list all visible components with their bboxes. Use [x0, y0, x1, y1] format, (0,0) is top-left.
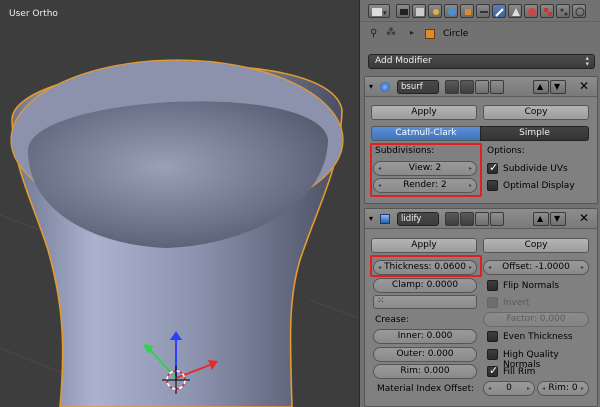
viewport-toggle-icon[interactable]	[460, 212, 474, 226]
data-tab-icon[interactable]	[508, 4, 522, 18]
render-toggle-icon[interactable]	[445, 80, 459, 94]
object-name: Circle	[443, 29, 469, 39]
move-up-icon[interactable]: ▲	[533, 80, 549, 94]
modifier-solidify-panel: ▾ lidify ▲ ▼ ✕ Apply Copy ◂ Thickness: 0.…	[364, 208, 598, 407]
physics-tab-icon[interactable]	[572, 4, 586, 18]
copy-button[interactable]: Copy	[483, 238, 589, 253]
dropdown-arrows-icon: ▴ ▾	[585, 54, 589, 68]
modifier-subsurf-header: ▾ bsurf ▲ ▼ ✕	[365, 77, 597, 97]
collapse-icon[interactable]: ▾	[369, 214, 373, 223]
material-offset-rim-field[interactable]: ◂ Rim: 0 ▸	[537, 381, 589, 396]
invert-label: Invert	[503, 298, 530, 308]
copy-button[interactable]: Copy	[483, 105, 589, 120]
move-up-icon[interactable]: ▲	[533, 212, 549, 226]
add-modifier-dropdown[interactable]: Add Modifier ▴ ▾	[368, 54, 595, 69]
modifier-subsurf-name[interactable]: bsurf	[397, 80, 439, 94]
texture-tab-icon[interactable]	[540, 4, 554, 18]
fill-rim-checkbox[interactable]: ✓	[487, 364, 498, 377]
move-down-icon[interactable]: ▼	[550, 80, 566, 94]
vertex-group-icon: ⁙	[377, 296, 385, 306]
simple-tab[interactable]: Simple	[480, 126, 589, 141]
cage-toggle-icon[interactable]	[490, 80, 504, 94]
render-tab-icon[interactable]	[396, 4, 410, 18]
inner-crease-field[interactable]: Inner: 0.000	[373, 329, 477, 344]
chevron-right-icon: ▸	[410, 28, 415, 37]
even-thickness-checkbox[interactable]	[487, 331, 498, 342]
viewport-scene	[0, 59, 358, 407]
invert-checkbox[interactable]	[487, 297, 498, 308]
editmode-toggle-icon[interactable]	[475, 212, 489, 226]
material-tab-icon[interactable]	[524, 4, 538, 18]
properties-header: ▾	[360, 0, 600, 22]
layers-tab-icon[interactable]	[412, 4, 426, 18]
collapse-icon[interactable]: ▾	[369, 82, 373, 91]
outer-crease-field[interactable]: Outer: 0.000	[373, 347, 477, 362]
rim-crease-field[interactable]: Rim: 0.000	[373, 364, 477, 379]
modifier-solidify-name[interactable]: lidify	[397, 212, 439, 226]
material-index-offset-label: Material Index Offset:	[377, 384, 475, 394]
optimal-display-label: Optimal Display	[503, 181, 575, 191]
add-modifier-label: Add Modifier	[375, 56, 432, 66]
crease-label: Crease:	[375, 315, 410, 325]
even-thickness-label: Even Thickness	[503, 332, 573, 342]
subsurf-icon	[380, 82, 390, 92]
constraints-tab-icon[interactable]	[476, 4, 490, 18]
context-path: ⚲ ⁂ ▸ Circle	[360, 23, 600, 45]
offset-field[interactable]: ◂ Offset: -1.0000 ▸	[483, 260, 589, 275]
modifiers-tab-icon[interactable]	[492, 4, 506, 18]
apply-button[interactable]: Apply	[371, 105, 477, 120]
svg-text:▾: ▾	[383, 9, 387, 17]
modifier-solidify-header: ▾ lidify ▲ ▼ ✕	[365, 209, 597, 229]
solidify-icon	[380, 214, 390, 224]
close-icon[interactable]: ✕	[579, 79, 589, 93]
close-icon[interactable]: ✕	[579, 211, 589, 225]
material-offset-field[interactable]: ◂ 0 ▸	[483, 381, 535, 396]
thickness-highlight	[370, 255, 482, 277]
particles-tab-icon[interactable]	[556, 4, 570, 18]
object-tab-icon[interactable]	[460, 4, 474, 18]
move-down-icon[interactable]: ▼	[550, 212, 566, 226]
scene-icon: ⁂	[386, 27, 396, 38]
vertex-group-field[interactable]: ⁙	[373, 295, 477, 309]
subdivide-uvs-label: Subdivide UVs	[503, 164, 568, 174]
fill-rim-label: Fill Rim	[503, 367, 536, 377]
apply-button[interactable]: Apply	[371, 238, 477, 253]
flip-normals-label: Flip Normals	[503, 281, 560, 291]
subdivide-uvs-checkbox[interactable]: ✓	[487, 161, 498, 174]
options-label: Options:	[487, 146, 525, 156]
object-cube-icon	[425, 29, 435, 39]
optimal-display-checkbox[interactable]	[487, 180, 498, 191]
subdivisions-highlight	[370, 143, 482, 197]
scene-tab-icon[interactable]	[428, 4, 442, 18]
world-tab-icon[interactable]	[444, 4, 458, 18]
cage-toggle-icon[interactable]	[490, 212, 504, 226]
editmode-toggle-icon[interactable]	[475, 80, 489, 94]
high-quality-normals-checkbox[interactable]	[487, 349, 498, 360]
render-toggle-icon[interactable]	[445, 212, 459, 226]
clamp-field[interactable]: Clamp: 0.0000	[373, 278, 477, 293]
catmull-clark-tab[interactable]: Catmull-Clark	[371, 126, 481, 141]
factor-field[interactable]: Factor: 0.000	[483, 312, 589, 327]
viewport-toggle-icon[interactable]	[460, 80, 474, 94]
viewport-title: User Ortho	[9, 9, 58, 19]
editor-type-menu[interactable]: ▾	[368, 4, 390, 18]
properties-panel: ▾ ⚲ ⁂ ▸ Circle Add Modifier ▴▾ ▾ bsurf	[359, 0, 600, 407]
flip-normals-checkbox[interactable]	[487, 280, 498, 291]
pin-icon[interactable]: ⚲	[370, 28, 377, 39]
3d-viewport[interactable]: User Ortho	[0, 0, 358, 407]
